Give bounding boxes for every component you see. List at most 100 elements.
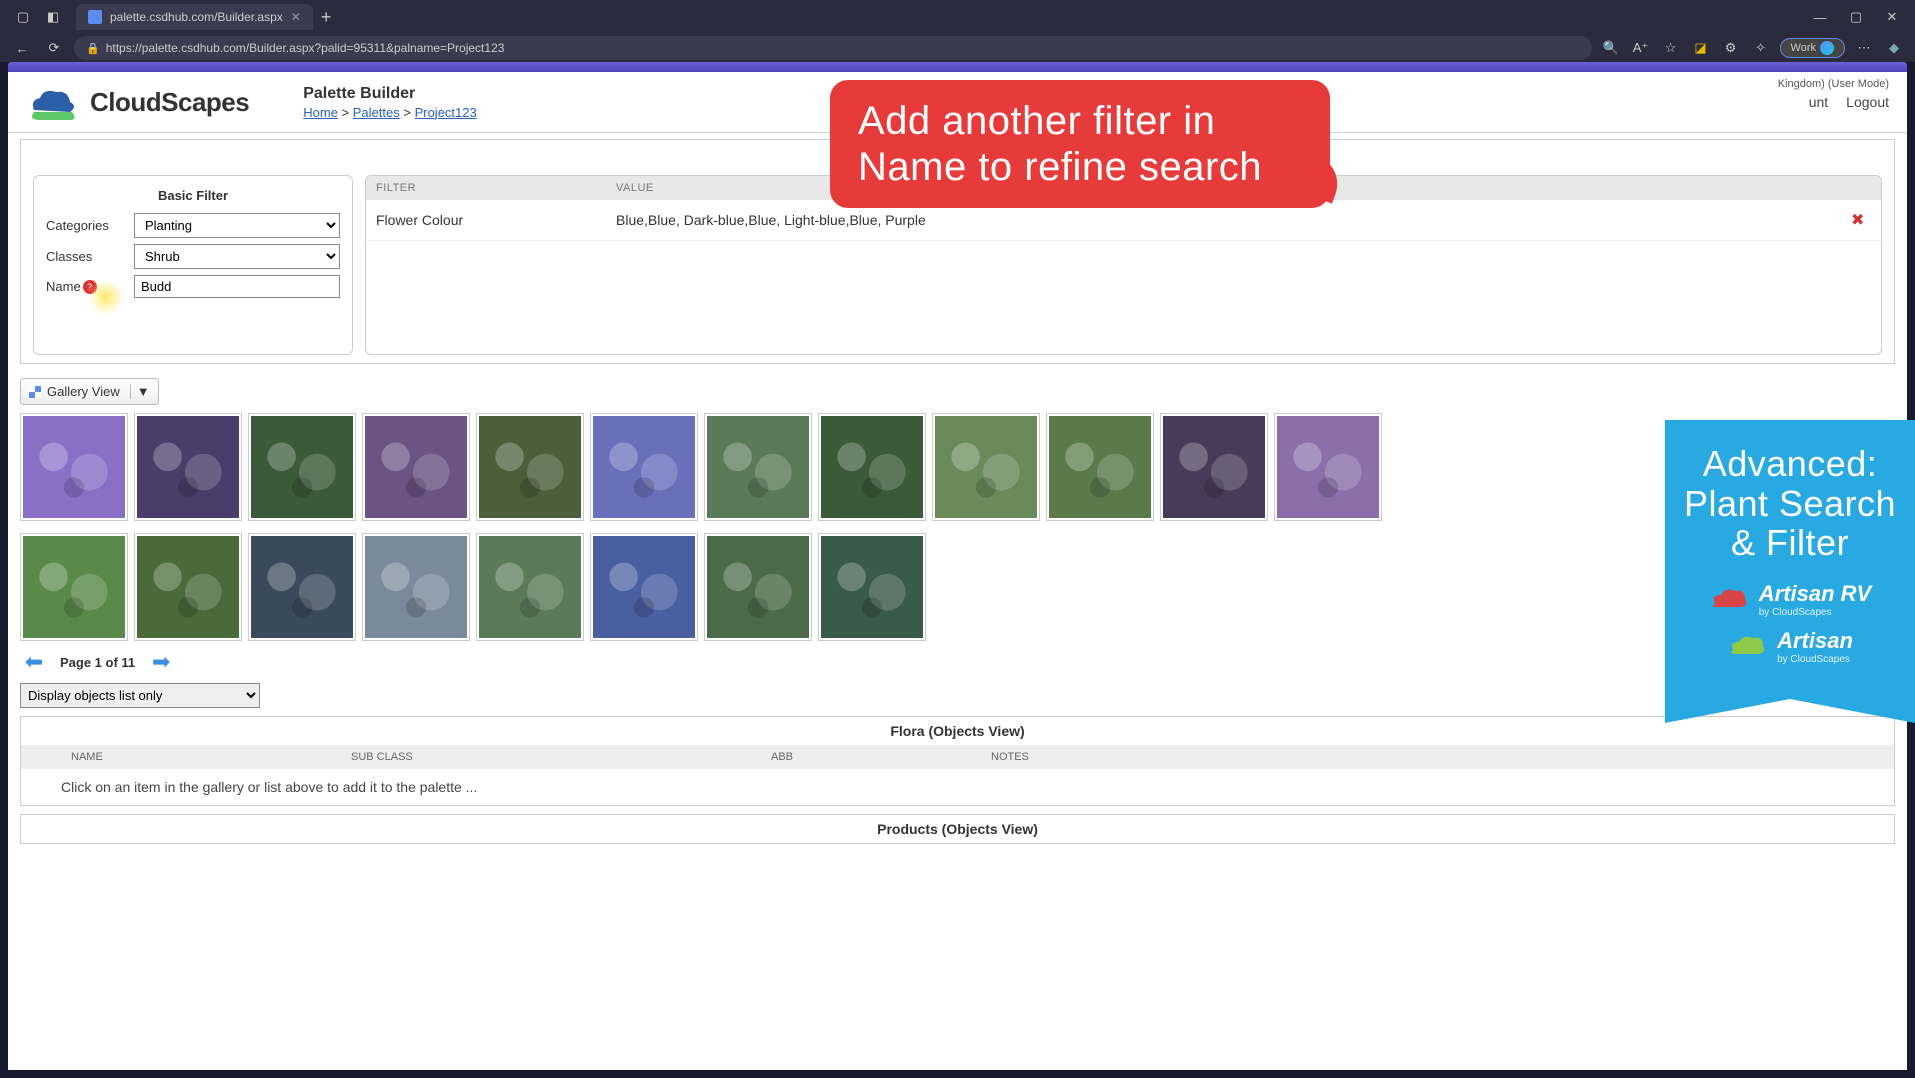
classes-select[interactable]: Shrub	[134, 244, 340, 269]
refresh-button[interactable]: ⟳	[42, 36, 66, 60]
plant-image	[251, 536, 353, 638]
plant-image	[137, 416, 239, 518]
classes-label: Classes	[46, 249, 134, 264]
remove-filter-icon[interactable]: ✖	[1851, 210, 1871, 230]
col-abb: ABB	[771, 751, 991, 763]
plant-image	[23, 536, 125, 638]
gallery-thumb[interactable]	[1160, 413, 1268, 521]
copilot-icon[interactable]: ◆	[1883, 37, 1905, 59]
display-mode-select[interactable]: Display objects list only	[20, 683, 260, 708]
gallery-thumb[interactable]	[1274, 413, 1382, 521]
filter-col-header: FILTER	[376, 182, 616, 194]
url-text: https://palette.csdhub.com/Builder.aspx?…	[106, 41, 505, 55]
profile-dot-icon	[1820, 41, 1834, 55]
profile-label: Work	[1791, 42, 1816, 54]
close-tab-icon[interactable]: ✕	[291, 10, 301, 24]
gallery-thumb[interactable]	[704, 413, 812, 521]
artisan-icon	[1727, 632, 1767, 660]
plant-image	[821, 536, 923, 638]
breadcrumb-project[interactable]: Project123	[415, 105, 477, 120]
basic-filter-heading: Basic Filter	[46, 188, 340, 203]
url-bar[interactable]: 🔒 https://palette.csdhub.com/Builder.asp…	[74, 36, 1592, 60]
more-icon[interactable]: ⋯	[1853, 37, 1875, 59]
gallery-thumb[interactable]	[134, 533, 242, 641]
gallery-thumb[interactable]	[248, 533, 356, 641]
favorite-icon[interactable]: ☆	[1660, 37, 1682, 59]
name-help-icon[interactable]: ?	[83, 280, 97, 294]
gallery-thumb[interactable]	[476, 413, 584, 521]
new-tab-button[interactable]: +	[321, 7, 332, 28]
maximize-icon[interactable]: ▢	[1845, 6, 1867, 28]
gallery-thumb[interactable]	[248, 413, 356, 521]
col-name: NAME	[71, 751, 351, 763]
workspace-icon[interactable]: ◧	[42, 6, 64, 28]
breadcrumb-palettes[interactable]: Palettes	[353, 105, 400, 120]
name-input[interactable]	[134, 275, 340, 298]
plant-image	[137, 536, 239, 638]
name-label: Name?	[46, 279, 134, 295]
page-prev-button[interactable]: ⬅	[20, 651, 48, 673]
gallery-thumb[interactable]	[704, 533, 812, 641]
gallery-thumb[interactable]	[590, 413, 698, 521]
flora-title: Flora (Objects View)	[21, 717, 1894, 745]
plant-image	[593, 416, 695, 518]
products-title: Products (Objects View)	[21, 815, 1894, 843]
plant-image	[593, 536, 695, 638]
gallery-view-button[interactable]: Gallery View ▼	[20, 378, 159, 405]
account-link[interactable]: unt	[1809, 94, 1828, 110]
plant-image	[1163, 416, 1265, 518]
settings-icon[interactable]: ⚙	[1720, 37, 1742, 59]
plant-image	[1277, 416, 1379, 518]
personal-icon[interactable]: ▢	[12, 6, 34, 28]
filter-name: Flower Colour	[376, 212, 616, 228]
zoom-icon[interactable]: 🔍	[1600, 37, 1622, 59]
value-col-header: VALUE	[616, 182, 654, 194]
plant-image	[935, 416, 1037, 518]
app-logo-icon	[26, 82, 78, 122]
gallery-thumb[interactable]	[20, 413, 128, 521]
page-title: Palette Builder	[303, 85, 477, 103]
plant-image	[365, 536, 467, 638]
plant-image	[479, 416, 581, 518]
gallery-thumb[interactable]	[134, 413, 242, 521]
flora-empty-msg: Click on an item in the gallery or list …	[21, 769, 1894, 805]
collections-icon[interactable]: ✧	[1750, 37, 1772, 59]
breadcrumb: Home > Palettes > Project123	[303, 105, 477, 120]
user-mode-label: Kingdom) (User Mode)	[1778, 78, 1889, 90]
basic-filter-panel: Basic Filter Categories Planting Classes…	[33, 175, 353, 355]
logout-link[interactable]: Logout	[1846, 94, 1889, 110]
gallery-thumb[interactable]	[818, 413, 926, 521]
chevron-down-icon: ▼	[130, 384, 150, 399]
plant-image	[821, 416, 923, 518]
gallery-grid	[20, 413, 1895, 641]
browser-tab[interactable]: palette.csdhub.com/Builder.aspx ✕	[76, 4, 313, 30]
categories-select[interactable]: Planting	[134, 213, 340, 238]
tab-title: palette.csdhub.com/Builder.aspx	[110, 10, 283, 24]
gallery-thumb[interactable]	[818, 533, 926, 641]
minimize-icon[interactable]: —	[1809, 6, 1831, 28]
tutorial-ribbon: Advanced: Plant Search & Filter Artisan …	[1665, 420, 1915, 699]
reader-icon[interactable]: A⁺	[1630, 37, 1652, 59]
gallery-thumb[interactable]	[476, 533, 584, 641]
gallery-thumb[interactable]	[362, 533, 470, 641]
gallery-thumb[interactable]	[932, 413, 1040, 521]
page-next-button[interactable]: ➡	[147, 651, 175, 673]
plant-image	[707, 536, 809, 638]
back-button[interactable]: ←	[10, 36, 34, 60]
gallery-thumb[interactable]	[590, 533, 698, 641]
gallery-thumb[interactable]	[362, 413, 470, 521]
plant-image	[251, 416, 353, 518]
gallery-thumb[interactable]	[1046, 413, 1154, 521]
plant-image	[365, 416, 467, 518]
products-objects-view: Products (Objects View)	[20, 814, 1895, 844]
flora-objects-view: Flora (Objects View) NAME SUB CLASS ABB …	[20, 716, 1895, 806]
col-notes: NOTES	[991, 751, 1884, 763]
profile-pill[interactable]: Work	[1780, 38, 1845, 58]
plant-image	[707, 416, 809, 518]
lock-icon: 🔒	[86, 42, 100, 55]
gallery-thumb[interactable]	[20, 533, 128, 641]
extension-icon[interactable]: ◪	[1690, 37, 1712, 59]
close-window-icon[interactable]: ✕	[1881, 6, 1903, 28]
breadcrumb-home[interactable]: Home	[303, 105, 338, 120]
artisan-rv-icon	[1709, 585, 1749, 613]
